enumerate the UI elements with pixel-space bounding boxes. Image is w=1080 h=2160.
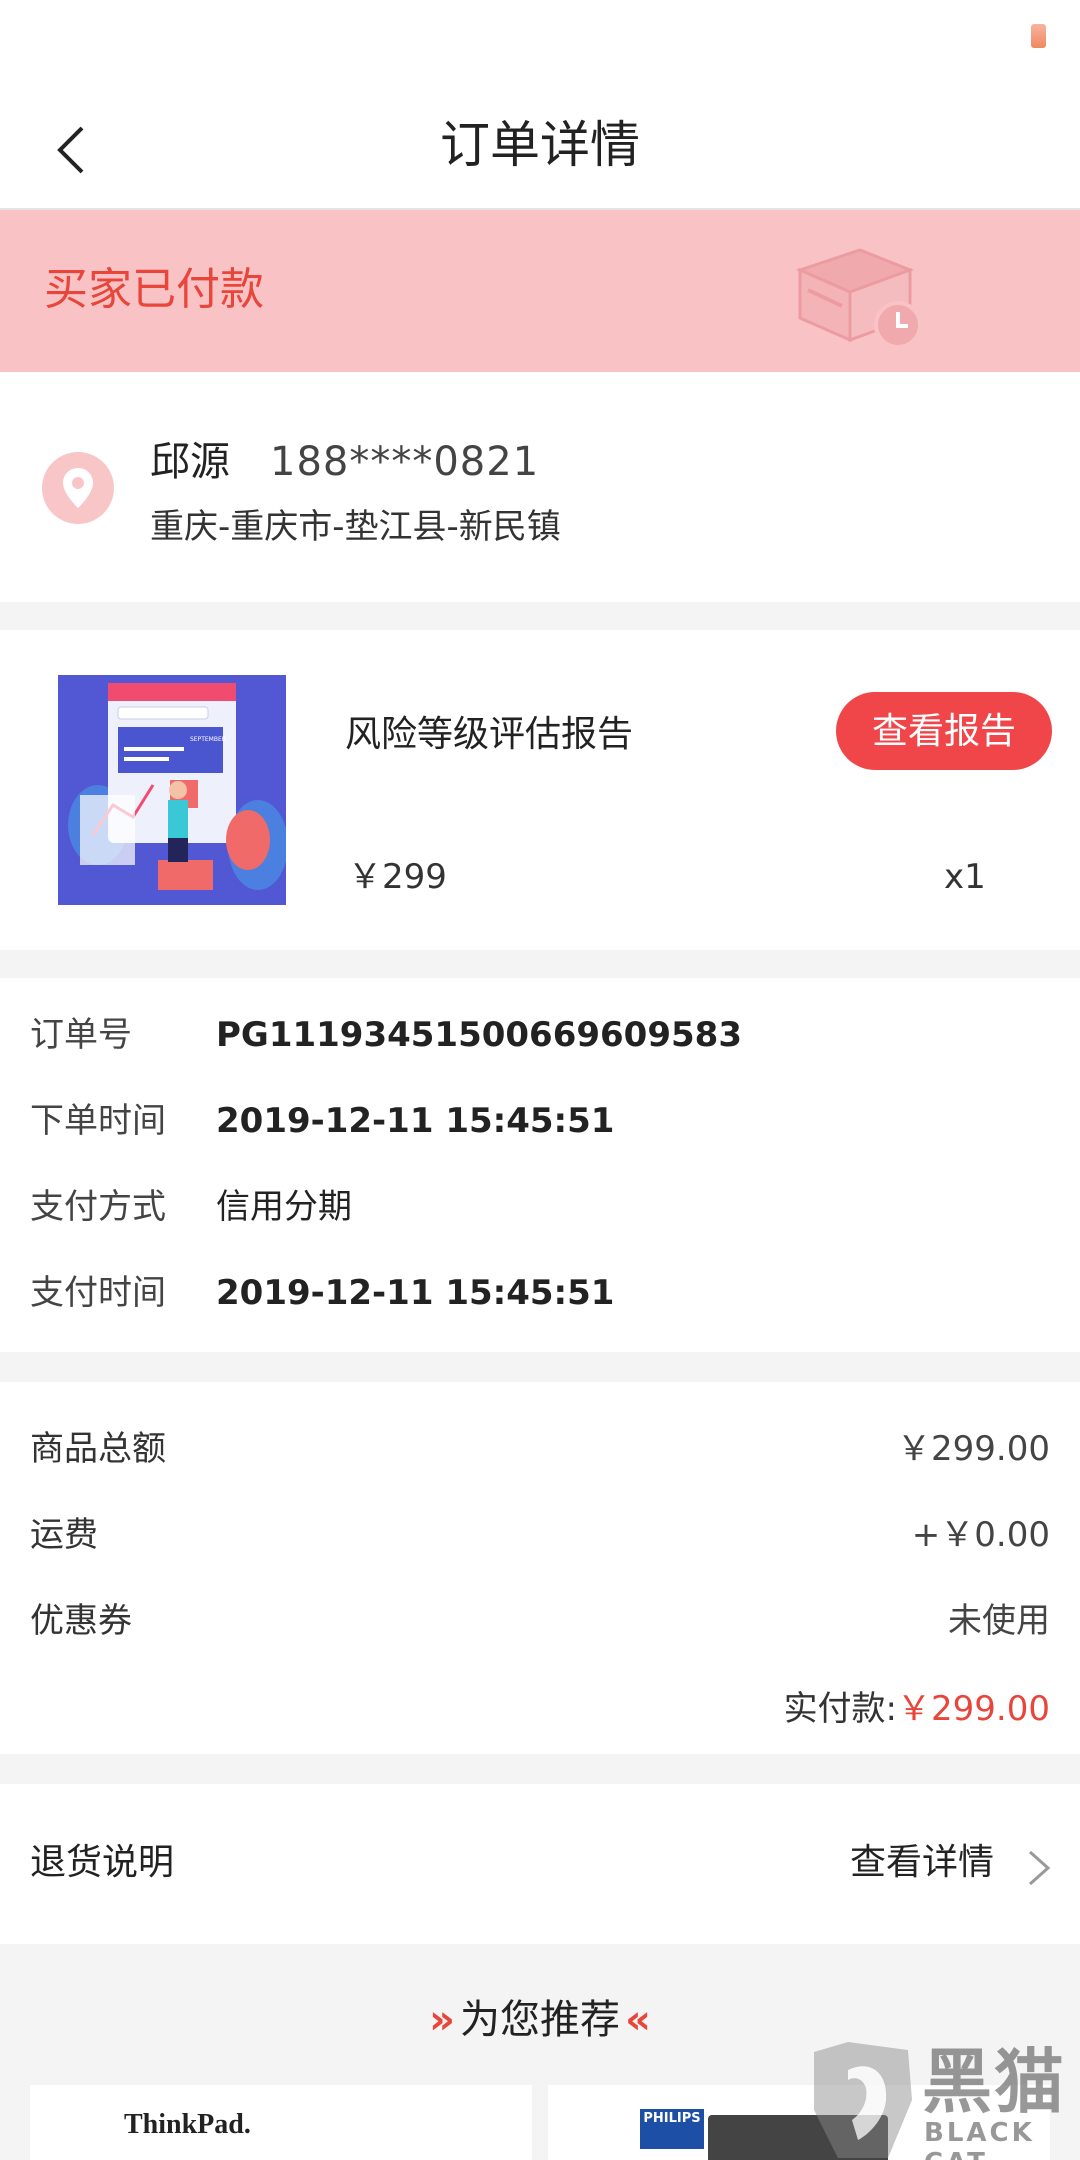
amount-paid: 实付款:￥299.00 [784, 1684, 1050, 1734]
recommend-card[interactable]: ThinkPad. [30, 2085, 532, 2160]
recipient-phone: 188****0821 [270, 439, 540, 485]
battery-icon [1031, 24, 1046, 48]
payment-time-value: 2019-12-11 15:45:51 [216, 1273, 615, 1313]
page-title: 订单详情 [440, 116, 640, 174]
brand-logo-thinkpad: ThinkPad. [124, 2109, 251, 2140]
payment-time-label: 支付时间 [30, 1273, 166, 1313]
goods-total-value: ￥299.00 [897, 1429, 1050, 1469]
status-bar [0, 0, 1080, 80]
back-arrow-icon[interactable] [42, 120, 102, 180]
amount-paid-value: ￥299.00 [897, 1689, 1050, 1729]
watermark-text-en: BLACK CAT [924, 2118, 1035, 2160]
shipping-address-card: 邱源 188****0821 重庆-重庆市-垫江县-新民镇 [0, 372, 1080, 602]
order-number-label: 订单号 [30, 1015, 132, 1055]
amount-paid-label: 实付款: [783, 1689, 898, 1729]
recipient-address: 重庆-重庆市-垫江县-新民镇 [150, 507, 561, 547]
payment-method-label: 支付方式 [30, 1187, 166, 1227]
product-price: ￥299 [348, 857, 447, 897]
view-report-button[interactable]: 查看报告 [836, 692, 1052, 770]
coupon-label: 优惠券 [30, 1601, 132, 1641]
chevron-right-icon[interactable] [1024, 1848, 1054, 1888]
double-chevron-right-icon: » [429, 1997, 455, 2043]
return-policy-row[interactable]: 退货说明 查看详情 [0, 1784, 1080, 1944]
package-clock-icon [795, 248, 922, 349]
shipping-fee-label: 运费 [30, 1515, 98, 1555]
shipping-fee-value: +￥0.00 [911, 1515, 1050, 1555]
recommend-title: 为您推荐 [460, 1997, 620, 2043]
order-status-text: 买家已付款 [44, 264, 264, 315]
product-name: 风险等级评估报告 [345, 714, 634, 755]
goods-total-label: 商品总额 [30, 1429, 166, 1469]
order-time-value: 2019-12-11 15:45:51 [216, 1101, 615, 1141]
product-card: SEPTEMBER 风险等级评估报告 查看报告 ￥299 x1 [0, 630, 1080, 950]
order-info-section: 订单号 PG11193451500669609583 下单时间 2019-12-… [0, 978, 1080, 1352]
brand-logo-philips: PHILIPS [640, 2109, 704, 2149]
product-thumbnail[interactable]: SEPTEMBER [58, 675, 286, 905]
coupon-value: 未使用 [948, 1601, 1050, 1641]
order-time-label: 下单时间 [30, 1101, 166, 1141]
product-quantity: x1 [944, 857, 986, 897]
payment-method-value: 信用分期 [216, 1187, 352, 1227]
order-status-banner: 买家已付款 [0, 210, 1080, 372]
recipient-name: 邱源 [150, 439, 230, 485]
order-number-value: PG11193451500669609583 [216, 1015, 742, 1055]
amount-summary-section: 商品总额 ￥299.00 运费 +￥0.00 优惠券 未使用 实付款:￥299.… [0, 1382, 1080, 1754]
location-pin-icon [42, 452, 114, 524]
double-chevron-left-icon: « [625, 1997, 651, 2043]
return-policy-label: 退货说明 [30, 1842, 175, 1883]
watermark-text-cn: 黑猫 [922, 2041, 1066, 2123]
app-header: 订单详情 [0, 80, 1080, 210]
view-details-link[interactable]: 查看详情 [850, 1836, 994, 1890]
thumb-caption: SEPTEMBER [190, 736, 226, 743]
